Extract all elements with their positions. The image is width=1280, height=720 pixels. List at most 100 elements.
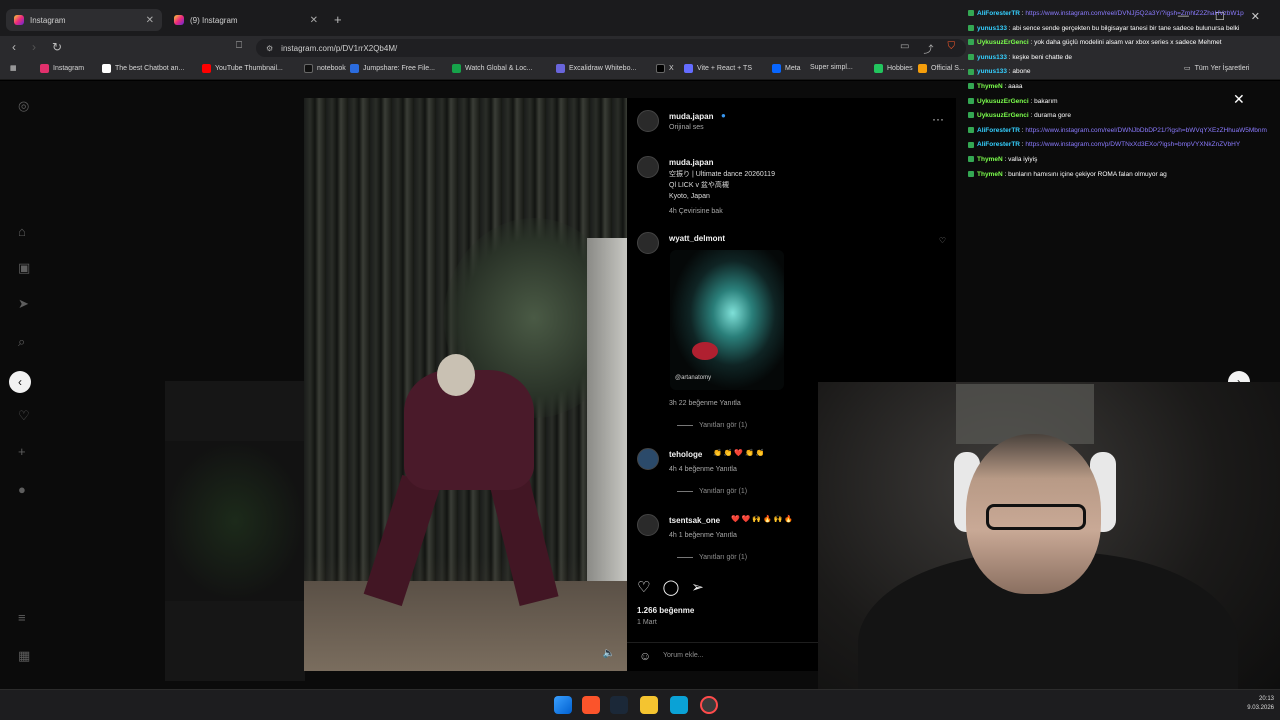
caption-line: Kyoto, Japan [669,193,710,200]
bookmark-item[interactable]: Super simpl... [810,64,853,71]
bookmark-favicon-icon [656,64,665,73]
view-replies[interactable]: Yanıtları gör (1) [677,422,747,429]
bookmark-item[interactable]: X [656,64,674,73]
dancer-head [437,354,475,396]
bookmark-item[interactable]: YouTube Thumbnail... [202,64,283,73]
tab-label: Instagram [30,15,66,25]
caption-avatar[interactable] [637,156,659,178]
bookmark-item[interactable]: Hobbies [874,64,913,73]
create-icon[interactable]: + [18,445,32,459]
chat-username: yunus133 [977,53,1007,61]
menu-icon[interactable]: ≡ [18,611,32,625]
home-icon[interactable]: ⌂ [18,225,32,239]
comment-user[interactable]: tehologe [669,450,702,459]
bookmark-item[interactable]: Excalidraw Whitebo... [556,64,636,73]
plus-icon[interactable]: + [334,12,342,27]
bookmark-item[interactable]: The best Chatbot an... [102,64,184,73]
profile-icon[interactable]: ● [18,483,32,497]
like-comment-icon[interactable]: ♡ [939,236,946,245]
post-video[interactable]: 🔈 [304,98,627,671]
chat-username: AliForesterTR [977,126,1020,134]
previous-post-thumbnail [165,441,305,601]
bookmark-item[interactable]: notebook [304,64,346,73]
speaker-icon[interactable]: 🔈 [603,648,615,659]
file-explorer-icon[interactable] [640,696,658,714]
caption-line: Ql LICK v 盆や高槻 [669,182,729,189]
instagram-logo-icon[interactable]: ◎ [18,99,32,113]
bookmark-item[interactable]: Official S... [918,64,965,73]
chat-text: bakarım [1034,97,1058,105]
comment-avatar[interactable] [637,232,659,254]
tab-instagram-2[interactable]: (9) Instagram ✕ [166,9,326,31]
comment-avatar[interactable] [637,514,659,536]
comment-meta[interactable]: 4h 1 beğenme Yanıtla [669,532,737,539]
bookmark-item[interactable]: Watch Global & Loc... [452,64,532,73]
streamer-webcam [818,382,1280,720]
install-app-icon[interactable]: ▭ [900,41,909,56]
chat-username: AliForesterTR [977,141,1020,149]
brave-shields-icon[interactable]: ⛉ [947,41,955,56]
post-author[interactable]: muda.japan [669,112,713,121]
close-tab-icon[interactable]: ✕ [146,15,154,26]
bookmark-item[interactable]: Meta [772,64,801,73]
previous-post-arrow-icon[interactable]: ‹ [9,371,31,393]
address-bar[interactable]: ⚙ instagram.com/p/DV1rrX2Qb4M/ [256,39,966,57]
bookmark-favicon-icon [452,64,461,73]
comment-user[interactable]: wyatt_delmont [669,234,725,243]
emoji-icon[interactable]: ☺ [639,649,651,663]
site-info-icon[interactable]: ⚙ [266,44,273,53]
comment-image[interactable] [670,250,784,390]
view-replies[interactable]: Yanıtları gör (1) [677,488,747,495]
more-options-icon[interactable]: ··· [932,112,944,126]
bookmark-item[interactable]: Vite + React + TS [684,64,752,73]
share-icon[interactable]: ⤴ [923,41,933,56]
bookmark-item[interactable]: Instagram [40,64,84,73]
close-tab-icon[interactable]: ✕ [310,15,318,26]
caption-author[interactable]: muda.japan [669,158,713,167]
apps-grid-icon[interactable]: ▦ [10,64,17,72]
search-icon[interactable]: ⌕ [18,335,32,349]
bookmark-favicon-icon [40,64,49,73]
brave-icon[interactable] [582,696,600,714]
system-tray-clock[interactable]: 20:13 9.03.2026 [1247,695,1274,713]
comment-icon[interactable]: ◯ [662,578,679,596]
chat-username: AliForesterTR [977,10,1020,17]
bookmark-item[interactable]: Jumpshare: Free File... [350,64,435,73]
comment-avatar[interactable] [637,448,659,470]
obs-icon[interactable] [700,696,718,714]
more-icon[interactable]: ▦ [18,649,32,663]
share-icon[interactable]: ➢ [691,578,704,596]
like-icon[interactable]: ♡ [637,578,650,596]
chat-username: ThymeN [977,83,1003,90]
notifications-icon[interactable]: ♡ [18,409,32,423]
chat-badge-icon [968,97,974,104]
forward-icon[interactable]: › [32,40,36,54]
caption-meta[interactable]: 4h Çevirisine bak [669,208,723,215]
comment-user[interactable]: tsentsak_one [669,516,720,525]
comment-input[interactable]: Yorum ekle... [663,652,704,659]
comment-text: 👏 👏 ❤️ 👏 👏 [713,450,765,457]
back-icon[interactable]: ‹ [12,40,16,54]
store-icon[interactable] [670,696,688,714]
windows-start-icon[interactable] [554,696,572,714]
comment-image-caption: @artanatomy [675,375,712,381]
chat-message: AliForesterTR : https://www.instagram.co… [968,127,1268,135]
bookmark-page-icon[interactable]: ⎕ [236,40,242,51]
chat-text: yok daha güçlü modelini alsam var xbox s… [1034,39,1222,47]
view-replies[interactable]: Yanıtları gör (1) [677,554,747,561]
reply-divider [677,557,693,558]
post-date: 1 Mart [637,619,657,626]
comment-meta[interactable]: 3h 22 beğenme Yanıtla [669,400,741,407]
comment-meta[interactable]: 4h 4 beğenme Yanıtla [669,466,737,473]
likes-count[interactable]: 1.266 beğenme [637,606,694,615]
chat-badge-icon [968,141,974,148]
post-audio[interactable]: Orijinal ses [669,124,704,131]
reload-icon[interactable]: ↻ [52,40,62,54]
reels-icon[interactable]: ▣ [18,261,32,275]
steam-icon[interactable] [610,696,628,714]
messages-icon[interactable]: ➤ [18,297,32,311]
tab-instagram[interactable]: Instagram ✕ [6,9,162,31]
chat-badge-icon [968,156,974,163]
author-avatar[interactable] [637,110,659,132]
image-highlight [692,342,718,360]
